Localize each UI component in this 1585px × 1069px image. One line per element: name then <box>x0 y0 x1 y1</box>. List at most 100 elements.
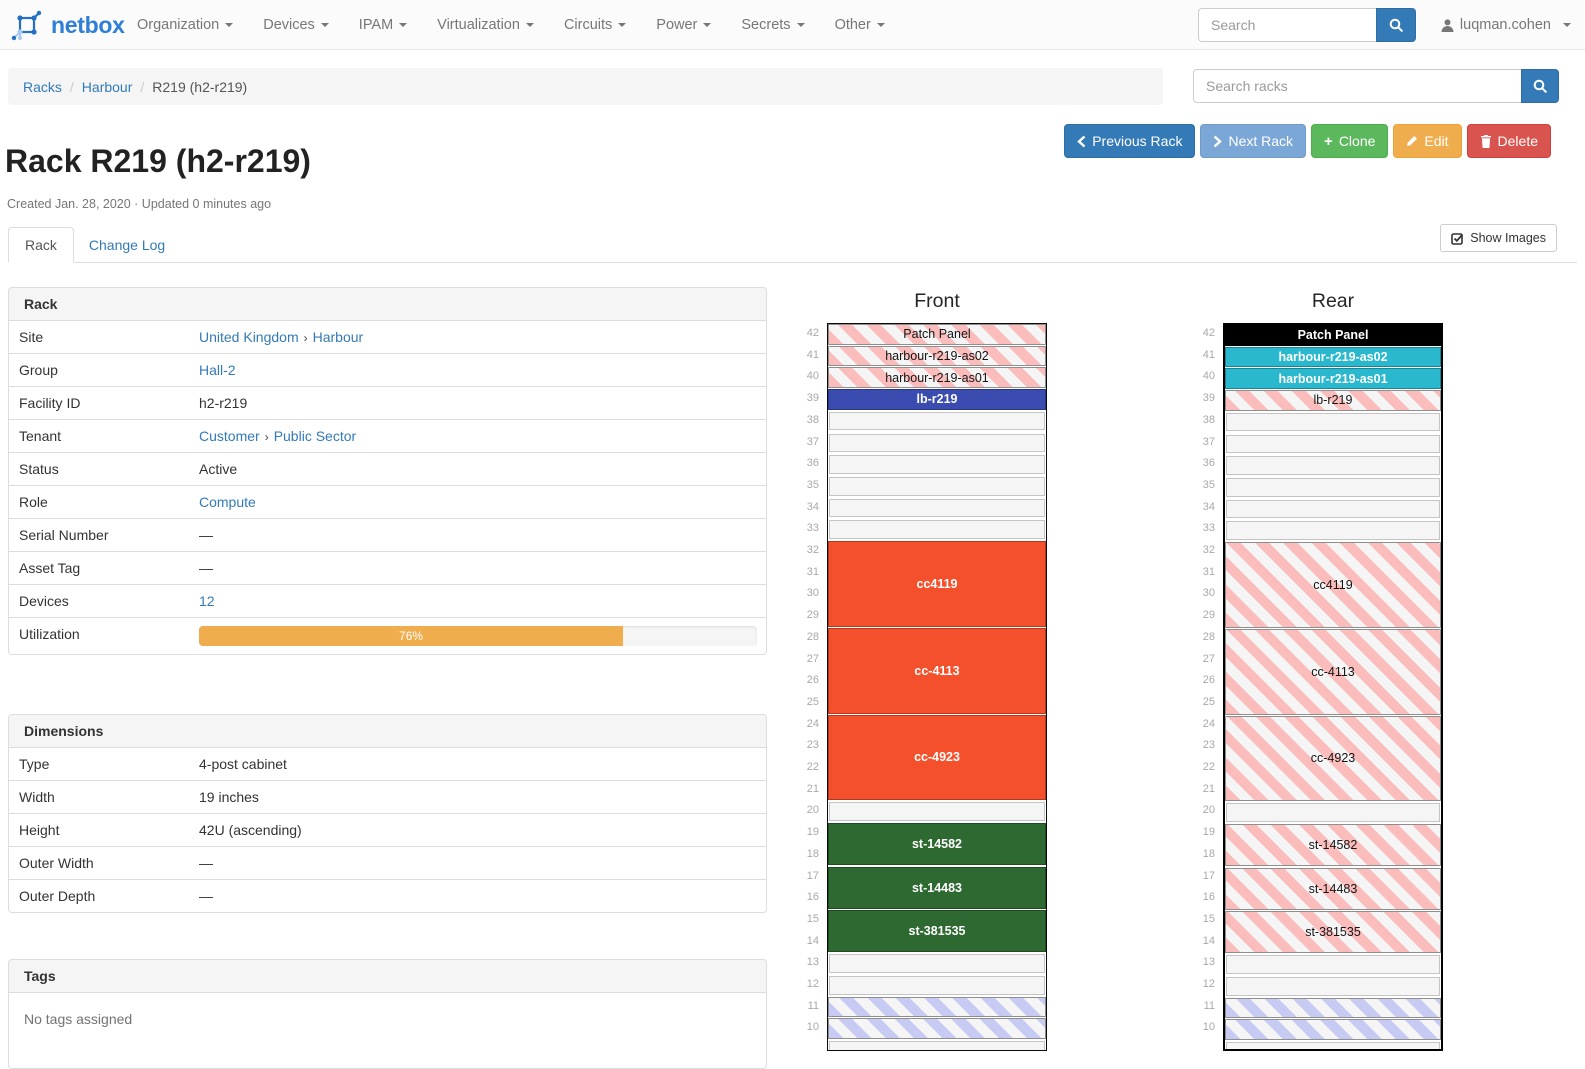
row-group: Group Hall-2 <box>9 353 766 386</box>
nav-item-ipam[interactable]: IPAM <box>344 0 422 50</box>
rack-device[interactable]: cc4119 <box>828 541 1046 627</box>
tab-change-log[interactable]: Change Log <box>74 228 180 262</box>
rack-device[interactable]: harbour-r219-as02 <box>1225 347 1441 368</box>
dimensions-panel-title: Dimensions <box>9 715 766 748</box>
delete-button[interactable]: Delete <box>1467 124 1551 158</box>
unit-number: 20 <box>791 800 819 822</box>
previous-rack-button[interactable]: Previous Rack <box>1064 124 1195 158</box>
rack-search-button[interactable] <box>1521 69 1559 103</box>
global-search-button[interactable] <box>1376 8 1416 42</box>
rack-reserved-unit[interactable] <box>1225 998 1441 1019</box>
netbox-brand[interactable]: netbox <box>10 0 125 50</box>
nav-item-secrets[interactable]: Secrets <box>726 0 819 50</box>
row-type: Type 4-post cabinet <box>9 748 766 780</box>
tab-rack[interactable]: Rack <box>8 227 74 263</box>
rack-unit-slot[interactable] <box>1226 456 1440 475</box>
tenant-group-link[interactable]: Customer <box>199 428 260 444</box>
tenant-link[interactable]: Public Sector <box>274 428 356 444</box>
unit-number: 40 <box>1187 366 1215 388</box>
rack-device[interactable]: st-14483 <box>828 867 1046 909</box>
rack-unit-slot[interactable] <box>829 455 1045 474</box>
unit-number: 22 <box>1187 757 1215 779</box>
row-tenant: Tenant Customer›Public Sector <box>9 419 766 452</box>
rack-reserved-unit[interactable] <box>828 1018 1046 1039</box>
unit-number: 33 <box>791 518 819 540</box>
rack-device[interactable]: st-14582 <box>1225 824 1441 866</box>
rack-unit-slot[interactable] <box>1226 955 1440 974</box>
rack-unit-slot[interactable] <box>829 434 1045 453</box>
rack-device[interactable]: st-14582 <box>828 823 1046 865</box>
rack-unit-slot[interactable] <box>829 954 1045 973</box>
rack-reserved-unit[interactable] <box>828 997 1046 1018</box>
row-site: Site United Kingdom›Harbour <box>9 321 766 353</box>
rack-panel-title: Rack <box>9 288 766 321</box>
rack-device[interactable]: Patch Panel <box>828 324 1046 345</box>
rack-device[interactable]: cc-4113 <box>1225 629 1441 715</box>
next-rack-button[interactable]: Next Rack <box>1200 124 1306 158</box>
rack-unit-slot[interactable] <box>1226 413 1440 432</box>
rack-device[interactable]: cc-4923 <box>1225 716 1441 802</box>
rack-unit-slot[interactable] <box>829 499 1045 518</box>
edit-button[interactable]: Edit <box>1393 124 1461 158</box>
rack-unit-slot[interactable] <box>1226 478 1440 497</box>
global-search <box>1198 8 1416 42</box>
rack-unit-slot[interactable] <box>1226 977 1440 996</box>
global-search-input[interactable] <box>1198 8 1376 42</box>
rack-unit-slot[interactable] <box>829 802 1045 821</box>
nav-item-devices[interactable]: Devices <box>248 0 344 50</box>
rack-device[interactable]: lb-r219 <box>1225 390 1441 411</box>
rack-device[interactable]: Patch Panel <box>1225 325 1441 346</box>
rack-device[interactable]: lb-r219 <box>828 389 1046 410</box>
check-square-icon <box>1451 232 1464 245</box>
site-parent-link[interactable]: United Kingdom <box>199 329 299 345</box>
nav-item-other[interactable]: Other <box>820 0 900 50</box>
tags-panel-title: Tags <box>9 960 766 993</box>
clone-button[interactable]: +Clone <box>1311 124 1388 158</box>
plus-icon: + <box>1324 133 1333 149</box>
rack-device[interactable]: cc-4923 <box>828 715 1046 801</box>
user-menu[interactable]: luqman.cohen <box>1441 0 1571 50</box>
devices-count-link[interactable]: 12 <box>199 593 215 609</box>
row-status: Status Active <box>9 452 766 485</box>
nav-item-virtualization[interactable]: Virtualization <box>422 0 549 50</box>
rack-device[interactable]: cc4119 <box>1225 542 1441 628</box>
nav-item-organization[interactable]: Organization <box>122 0 248 50</box>
chevron-down-icon <box>526 23 534 27</box>
page-title: Rack R219 (h2-r219) <box>5 143 311 180</box>
rack-unit-slot[interactable] <box>1226 803 1440 822</box>
rack-reserved-unit[interactable] <box>1225 1019 1441 1040</box>
breadcrumb-link[interactable]: Harbour <box>82 79 133 95</box>
rack-device[interactable]: st-381535 <box>1225 911 1441 953</box>
rack-device[interactable]: harbour-r219-as01 <box>828 367 1046 388</box>
nav-item-power[interactable]: Power <box>641 0 726 50</box>
unit-number: 22 <box>791 757 819 779</box>
unit-number: 32 <box>1187 540 1215 562</box>
unit-number: 21 <box>791 779 819 801</box>
rack-unit-slot[interactable] <box>1226 521 1440 540</box>
rack-device[interactable]: st-381535 <box>828 910 1046 952</box>
site-link[interactable]: Harbour <box>313 329 364 345</box>
rack-device[interactable]: st-14483 <box>1225 868 1441 910</box>
breadcrumb-link[interactable]: Racks <box>23 79 62 95</box>
tags-empty-text: No tags assigned <box>9 993 766 1045</box>
rack-unit-slot[interactable] <box>1226 500 1440 519</box>
role-link[interactable]: Compute <box>199 494 256 510</box>
nav-item-circuits[interactable]: Circuits <box>549 0 641 50</box>
rack-unit-slot[interactable] <box>1226 435 1440 454</box>
chevron-down-icon <box>797 23 805 27</box>
page-meta: Created Jan. 28, 2020 · Updated 0 minute… <box>7 197 271 211</box>
unit-number: 26 <box>1187 670 1215 692</box>
unit-number: 36 <box>1187 453 1215 475</box>
rack-unit-slot[interactable] <box>829 976 1045 995</box>
unit-number: 40 <box>791 366 819 388</box>
show-images-button[interactable]: Show Images <box>1440 224 1557 252</box>
group-link[interactable]: Hall-2 <box>199 362 236 378</box>
rack-device[interactable]: harbour-r219-as01 <box>1225 368 1441 389</box>
unit-number: 14 <box>1187 931 1215 953</box>
rack-unit-slot[interactable] <box>829 412 1045 431</box>
rack-device[interactable]: cc-4113 <box>828 628 1046 714</box>
rack-device[interactable]: harbour-r219-as02 <box>828 346 1046 367</box>
rack-unit-slot[interactable] <box>829 520 1045 539</box>
rack-search-input[interactable] <box>1193 69 1521 103</box>
rack-unit-slot[interactable] <box>829 477 1045 496</box>
